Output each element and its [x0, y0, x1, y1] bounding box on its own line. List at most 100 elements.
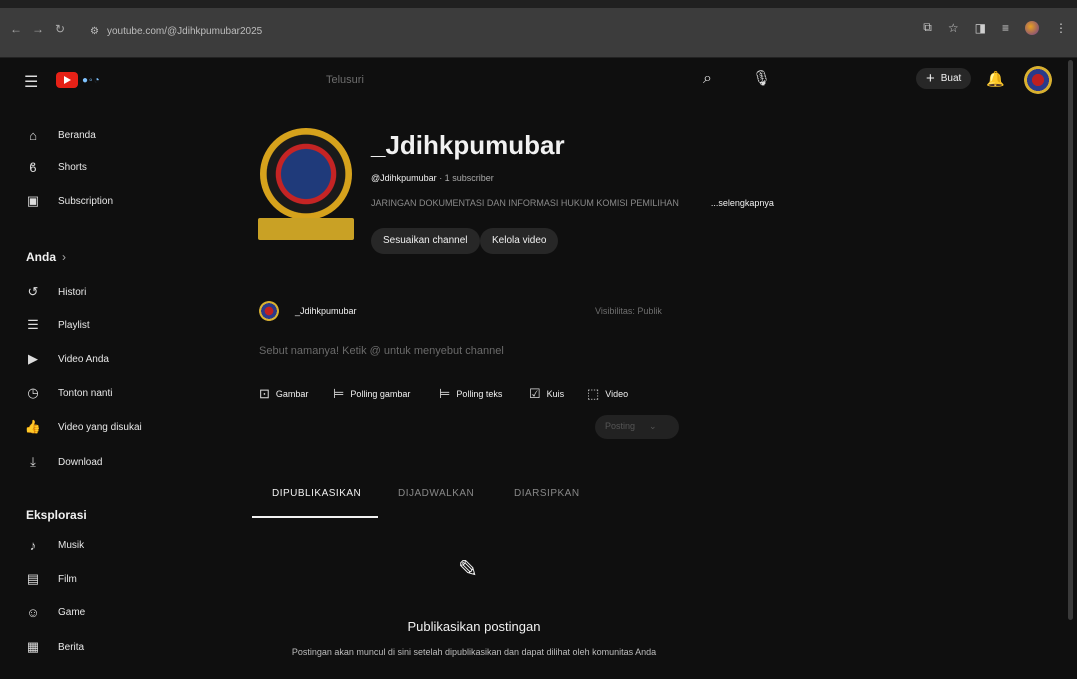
reload-icon[interactable]: ↻: [54, 22, 66, 36]
doodle-icon: ●◦◔: [82, 74, 101, 86]
channel-name: _Jdihkpumubar: [371, 130, 565, 160]
video-icon: ⬚: [587, 386, 600, 401]
channel-emblem: [260, 128, 352, 220]
page-scrollbar[interactable]: [1068, 60, 1073, 620]
sidebar-item-label: Film: [58, 573, 77, 585]
visibility-label[interactable]: Visibilitas: Publik: [595, 306, 662, 316]
chevron-right-icon: ›: [62, 250, 66, 264]
sidebar-item-shorts[interactable]: ϐ Shorts: [24, 157, 87, 177]
sidebar-item-label: Shorts: [58, 161, 87, 173]
tool-label: Kuis: [546, 389, 565, 399]
subscriptions-icon: ▣: [26, 193, 40, 208]
quiz-button[interactable]: ☑ Kuis: [529, 386, 564, 402]
composer-avatar: [259, 301, 279, 321]
sidebar-item-home[interactable]: ⌂ Beranda: [24, 125, 96, 145]
forward-icon[interactable]: →: [32, 22, 44, 36]
menu-icon[interactable]: ☰: [24, 72, 38, 92]
tab-archived[interactable]: DIARSIPKAN: [514, 488, 580, 499]
sidebar-heading-you[interactable]: Anda ›: [26, 250, 66, 264]
plus-icon: +: [926, 69, 935, 87]
sidebar-item-label: Tonton nanti: [58, 387, 113, 399]
install-app-icon[interactable]: ⧉: [923, 20, 932, 35]
history-icon: ↺: [27, 284, 39, 299]
tool-label: Video: [605, 389, 629, 399]
empty-state-subtitle: Postingan akan muncul di sini setelah di…: [291, 647, 657, 657]
reading-list-icon[interactable]: ≡: [1002, 21, 1009, 35]
account-avatar[interactable]: [1024, 66, 1052, 94]
composer-author: _Jdihkpumubar: [295, 306, 357, 316]
download-icon: ⤓: [30, 454, 36, 469]
quiz-icon: ☑: [529, 386, 541, 401]
sidebar-item-label: Video Anda: [58, 353, 109, 365]
music-icon: ♪: [29, 537, 37, 553]
search-icon[interactable]: ⌕: [703, 70, 712, 88]
browser-nav: ← → ↻: [10, 22, 66, 36]
sidebar-item-label: Playlist: [58, 319, 90, 331]
sidebar-item-film[interactable]: ▤ Film: [24, 569, 77, 589]
create-button[interactable]: + Buat: [916, 68, 972, 89]
sidebar-item-watch-later[interactable]: ◷ Tonton nanti: [24, 383, 113, 403]
channel-description: JARINGAN DOKUMENTASI DAN INFORMASI HUKUM…: [371, 198, 774, 208]
notifications-bell-icon[interactable]: 🔔: [986, 70, 1005, 88]
your-videos-icon: ▶: [28, 351, 38, 366]
tab-scheduled[interactable]: DIJADWALKAN: [398, 488, 474, 499]
sidebar-heading-label: Anda: [26, 250, 56, 264]
image-icon: ⊡: [259, 386, 270, 401]
microphone-icon[interactable]: 🎙: [752, 69, 771, 87]
bookmark-star-icon[interactable]: ☆: [948, 21, 959, 35]
sidebar-item-music[interactable]: ♪ Musik: [24, 535, 84, 555]
sidebar-item-your-videos[interactable]: ▶ Video Anda: [24, 349, 109, 369]
browser-profile-avatar[interactable]: [1025, 20, 1039, 35]
sidebar-item-label: Video yang disukai: [58, 421, 142, 433]
browser-toolbar: ← → ↻ ⚙ youtube.com/@Jdihkpumubar2025 ⧉ …: [0, 0, 1077, 58]
read-more-link[interactable]: ...selengkapnya: [711, 198, 774, 208]
tool-label: Gambar: [275, 389, 309, 399]
sidebar-item-downloads[interactable]: ⤓ Download: [24, 452, 102, 472]
youtube-header: ☰ ●◦◔ Telusuri ⌕ 🎙 + Buat 🔔: [0, 58, 1077, 104]
post-text-input[interactable]: Sebut namanya! Ketik @ untuk menyebut ch…: [259, 345, 504, 357]
sidebar: ⌂ Beranda ϐ Shorts ▣ Subscription Anda › …: [0, 104, 240, 679]
channel-handle: @Jdihkpumubar: [371, 173, 437, 183]
add-image-button[interactable]: ⊡ Gambar: [259, 386, 308, 402]
tool-label: Polling teks: [456, 389, 503, 399]
post-button-label: Posting: [605, 421, 636, 431]
back-icon[interactable]: ←: [10, 22, 22, 36]
sidebar-heading-explore: Eksplorasi: [26, 508, 87, 522]
channel-avatar: [258, 128, 354, 244]
browser-menu-icon[interactable]: ⋮: [1055, 21, 1067, 35]
empty-state-title: Publikasikan postingan: [407, 619, 541, 634]
post-composer: _Jdihkpumubar Visibilitas: Publik Sebut …: [253, 295, 683, 445]
customize-channel-button[interactable]: Sesuaikan channel: [371, 228, 480, 254]
text-poll-icon: ⊨: [439, 386, 451, 401]
channel-emblem-banner: [258, 218, 354, 240]
post-button[interactable]: Posting ⌄: [595, 415, 679, 439]
channel-description-text: JARINGAN DOKUMENTASI DAN INFORMASI HUKUM…: [371, 198, 679, 208]
tab-published[interactable]: DIPUBLIKASIKAN: [272, 488, 361, 499]
youtube-play-icon: [56, 72, 78, 88]
add-video-button[interactable]: ⬚ Video: [587, 386, 628, 402]
text-poll-button[interactable]: ⊨ Polling teks: [439, 386, 502, 402]
chevron-down-icon: ⌄: [649, 421, 657, 431]
sidebar-item-playlist[interactable]: ☰ Playlist: [24, 315, 90, 335]
browser-actions: ⧉ ☆ ◨ ≡ ⋮: [923, 20, 1067, 35]
tool-label: Polling gambar: [350, 389, 411, 399]
address-bar[interactable]: ⚙ youtube.com/@Jdihkpumubar2025: [90, 22, 910, 40]
image-poll-button[interactable]: ⊨ Polling gambar: [333, 386, 410, 402]
sidebar-item-subscriptions[interactable]: ▣ Subscription: [24, 191, 113, 211]
sidebar-item-label: Musik: [58, 539, 85, 551]
shorts-icon: ϐ: [29, 159, 37, 175]
home-icon: ⌂: [29, 127, 37, 143]
sidebar-item-label: Download: [58, 456, 103, 468]
extensions-icon[interactable]: ◨: [975, 21, 986, 35]
create-label: Buat: [940, 73, 962, 84]
sidebar-item-liked-videos[interactable]: 👍 Video yang disukai: [24, 417, 142, 437]
sidebar-heading-label: Eksplorasi: [26, 508, 87, 522]
sidebar-item-history[interactable]: ↺ Histori: [24, 282, 87, 302]
site-info-icon[interactable]: ⚙: [90, 26, 99, 37]
sidebar-item-label: Game: [58, 606, 86, 618]
search-input[interactable]: Telusuri: [310, 67, 695, 95]
watch-later-icon: ◷: [27, 385, 39, 400]
youtube-logo[interactable]: ●◦◔: [56, 72, 101, 88]
manage-videos-button[interactable]: Kelola video: [480, 228, 559, 254]
active-tab-indicator: [252, 516, 378, 518]
